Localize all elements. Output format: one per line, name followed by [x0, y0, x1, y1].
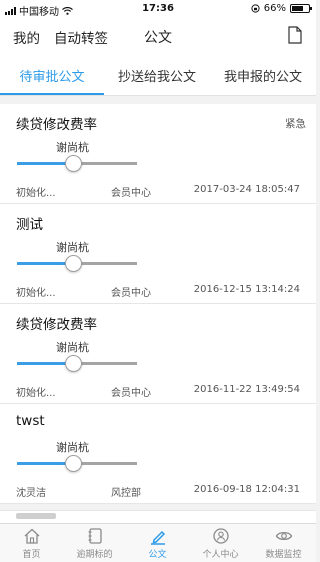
timestamp: 2016-09-18 12:04:31: [193, 484, 300, 495]
tabbar-profile-label: 个人中心: [202, 550, 239, 560]
rotation-lock-icon: [251, 4, 260, 13]
progress-knob: [65, 255, 82, 272]
tabbar-documents-label: 公文: [148, 550, 167, 560]
progress-track-remaining: [73, 362, 137, 365]
bottom-tab-bar: 首页 逾期标的 公文 个人中心 数据监控: [0, 523, 316, 562]
battery-percent: 66%: [263, 3, 286, 14]
timestamp: 2016-11-22 13:49:54: [193, 384, 300, 395]
battery-fill: [292, 6, 303, 11]
timestamp: 2016-12-15 13:14:24: [193, 284, 300, 295]
item-title: twst: [16, 413, 45, 429]
header: 我的 自动转签 公文: [0, 18, 316, 54]
tabbar-overdue-label: 逾期标的: [76, 550, 113, 560]
item-title: 续贷修改费率: [16, 117, 97, 133]
item-title: 续贷修改费率: [16, 317, 97, 333]
tabbar-overdue[interactable]: 逾期标的: [63, 527, 126, 560]
tabbar-monitoring-label: 数据监控: [265, 550, 302, 560]
timestamp: 2017-03-24 18:05:47: [193, 184, 300, 195]
tabbar-home-label: 首页: [22, 550, 41, 560]
item-title-placeholder: [16, 513, 56, 519]
home-icon: [24, 528, 39, 544]
progress-track-remaining: [73, 462, 137, 465]
tab-bar: 待审批公文 抄送给我公文 我申报的公文: [0, 54, 316, 96]
approver-name: 谢尚杭: [56, 341, 89, 354]
tabbar-documents[interactable]: 公文: [126, 527, 189, 560]
tabbar-home[interactable]: 首页: [0, 527, 63, 560]
list-item[interactable]: twst 谢尚杭 沈灵洁 风控部 2016-09-18 12:04:31: [0, 404, 316, 504]
approver-name: 谢尚杭: [56, 241, 89, 254]
initiator: 初始化...: [16, 188, 56, 199]
tabbar-monitoring[interactable]: 数据监控: [252, 527, 315, 560]
initiator: 初始化...: [16, 388, 56, 399]
tab-cc-to-me[interactable]: 抄送给我公文: [104, 66, 210, 85]
list-item[interactable]: 测试 谢尚杭 初始化... 会员中心 2016-12-15 13:14:24: [0, 204, 316, 304]
tabbar-profile[interactable]: 个人中心: [189, 527, 252, 560]
status-bar: 中国移动 17:36 66%: [0, 0, 316, 18]
department: 风控部: [111, 488, 141, 499]
pen-icon: [150, 530, 165, 545]
initiator: 沈灵洁: [16, 488, 46, 499]
progress-track-remaining: [73, 262, 137, 265]
list-item[interactable]: 续贷修改费率 谢尚杭 初始化... 会员中心 2016-11-22 13:49:…: [0, 304, 316, 404]
tab-pending-approval[interactable]: 待审批公文: [0, 66, 104, 85]
eye-icon: [275, 531, 292, 541]
department: 会员中心: [111, 288, 151, 299]
approver-name: 谢尚杭: [56, 441, 89, 454]
notebook-icon: [88, 528, 102, 544]
item-title: 测试: [16, 217, 43, 233]
tab-active-indicator: [0, 93, 104, 95]
document-list: 续贷修改费率 紧急 谢尚杭 初始化... 会员中心 2017-03-24 18:…: [0, 104, 316, 504]
approver-name: 谢尚杭: [56, 141, 89, 154]
initiator: 初始化...: [16, 288, 56, 299]
document-icon[interactable]: [288, 26, 302, 44]
progress-track-remaining: [73, 162, 137, 165]
progress-knob: [65, 155, 82, 172]
department: 会员中心: [111, 388, 151, 399]
progress-knob: [65, 355, 82, 372]
tab-my-submissions[interactable]: 我申报的公文: [210, 66, 316, 85]
page-title: 公文: [144, 30, 172, 46]
progress-knob: [65, 455, 82, 472]
urgent-badge: 紧急: [285, 118, 306, 130]
status-right: 66%: [251, 3, 312, 14]
department: 会员中心: [111, 188, 151, 199]
battery-icon: [290, 4, 312, 13]
person-icon: [212, 528, 229, 544]
list-item[interactable]: 续贷修改费率 紧急 谢尚杭 初始化... 会员中心 2017-03-24 18:…: [0, 104, 316, 204]
